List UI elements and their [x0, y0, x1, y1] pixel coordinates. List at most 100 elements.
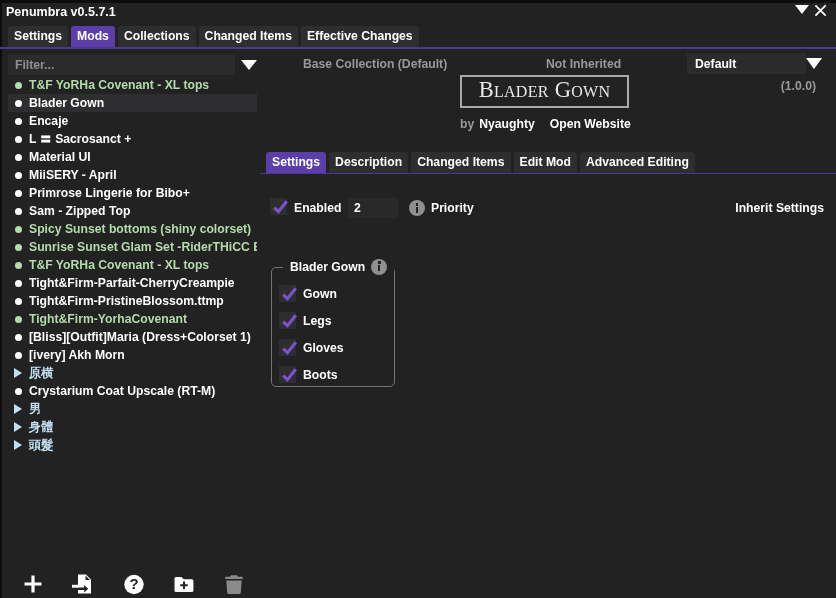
dot-shape	[15, 388, 22, 395]
enabled-checkbox[interactable]	[270, 198, 287, 215]
option-checkbox-boots[interactable]	[279, 366, 296, 383]
import-mod-icon[interactable]	[71, 573, 93, 595]
mod-list-item[interactable]: Crystarium Coat Upscale (RT-M)	[8, 382, 257, 400]
mod-dot-icon	[8, 352, 28, 359]
option-label-gown: Gown	[303, 287, 337, 301]
mod-dot-icon	[8, 154, 28, 161]
info-stem-shape	[378, 265, 381, 271]
mod-dot-icon	[8, 208, 28, 215]
dot-shape	[15, 298, 22, 305]
mod-filter-placeholder: Filter...	[15, 58, 54, 72]
mod-list-item[interactable]: L 〓 Sacrosanct +	[8, 130, 257, 148]
dot-shape	[15, 280, 22, 287]
mod-list-item[interactable]: Tight&Firm-Parfait-CherryCreampie	[8, 274, 257, 292]
option-group-header: Blader Gown	[283, 258, 394, 275]
svg-text:?: ?	[129, 575, 138, 592]
window-top-border	[0, 0, 836, 3]
collection-select[interactable]: Default	[687, 53, 806, 74]
mod-dot-icon	[8, 190, 28, 197]
mod-list-item[interactable]: T&F YoRHa Covenant - XL tops	[8, 76, 257, 94]
mod-title: Blader Gown	[479, 79, 611, 104]
mod-list-item[interactable]: Primrose Lingerie for Bibo+	[8, 184, 257, 202]
main-tab-underline	[0, 47, 836, 49]
base-collection-label: Base Collection (Default)	[303, 57, 447, 71]
option-label-boots: Boots	[303, 368, 338, 382]
mod-list-item[interactable]: Material UI	[8, 148, 257, 166]
group-info-icon	[371, 259, 387, 275]
mod-version: (1.0.0)	[656, 79, 816, 93]
mod-list-item[interactable]: Sam - Zipped Top	[8, 202, 257, 220]
tab-effective-changes[interactable]: Effective Changes	[301, 26, 419, 47]
dot-shape	[15, 334, 22, 341]
inherit-settings-button[interactable]: Inherit Settings	[624, 201, 824, 215]
option-checkbox-gown[interactable]	[279, 285, 296, 302]
folder-list-item[interactable]: 原横	[8, 364, 257, 382]
dot-shape	[15, 82, 22, 89]
inheritance-status-label: Not Inherited	[546, 57, 621, 71]
mod-list-item[interactable]: Tight&Firm-PristineBlossom.ttmp	[8, 292, 257, 310]
mod-byline: by Nyaughty Open Website	[460, 117, 631, 132]
mod-tab-settings[interactable]: Settings	[266, 152, 326, 173]
priority-input[interactable]: 2	[348, 198, 398, 218]
mod-dot-icon	[8, 334, 28, 341]
folder-arrow-icon	[8, 368, 28, 378]
info-stem-shape	[416, 207, 419, 213]
mod-dot-icon	[8, 172, 28, 179]
priority-value: 2	[354, 201, 361, 215]
folder-arrow-icon	[8, 440, 28, 450]
mod-list-item[interactable]: MiiSERY - April	[8, 166, 257, 184]
collection-selected-value: Default	[695, 57, 736, 71]
mod-tab-edit-mod[interactable]: Edit Mod	[514, 152, 577, 173]
mod-dot-icon	[8, 100, 28, 107]
mod-list-item[interactable]: Tight&Firm-YorhaCovenant	[8, 310, 257, 328]
tab-collections[interactable]: Collections	[118, 26, 196, 47]
filter-options-arrow-icon[interactable]	[241, 60, 257, 70]
option-group-name: Blader Gown	[290, 260, 365, 274]
main-tab-bar: Settings Mods Collections Changed Items …	[8, 26, 419, 47]
dot-shape	[15, 352, 22, 359]
mod-list-item[interactable]: [Bliss][Outfit]Maria (Dress+Colorset 1)	[8, 328, 257, 346]
mod-list-item[interactable]: [ivery] Akh Morn	[8, 346, 257, 364]
mod-tab-description[interactable]: Description	[329, 152, 408, 173]
folder-list-item[interactable]: 男	[8, 400, 257, 418]
mod-dot-icon	[8, 118, 28, 125]
priority-info-icon	[409, 200, 425, 216]
dot-shape	[15, 136, 22, 143]
triangle-shape	[14, 422, 22, 432]
folder-list-item[interactable]: 身體	[8, 418, 257, 436]
mod-list-item-selected[interactable]: Blader Gown	[8, 94, 257, 112]
open-website-link[interactable]: Open Website	[550, 117, 631, 132]
collapse-icon[interactable]	[795, 5, 809, 14]
mod-dot-icon	[8, 298, 28, 305]
help-icon[interactable]: ?	[123, 573, 145, 595]
tab-settings[interactable]: Settings	[8, 26, 68, 47]
mod-list-item[interactable]: Encaje	[8, 112, 257, 130]
enabled-label: Enabled	[294, 201, 341, 215]
option-checkbox-gloves[interactable]	[279, 339, 296, 356]
mod-list-item[interactable]: Spicy Sunset bottoms (shiny colorset)	[8, 220, 257, 238]
window-title: Penumbra v0.5.7.1	[6, 4, 116, 20]
collection-select-arrow-icon[interactable]	[806, 58, 822, 69]
mod-tab-advanced-editing[interactable]: Advanced Editing	[580, 152, 695, 173]
mod-list-item[interactable]: Sunrise Sunset Glam Set -RiderTHiCC Edit	[8, 238, 257, 256]
folder-arrow-icon	[8, 422, 28, 432]
delete-mod-icon[interactable]	[223, 573, 245, 595]
mod-dot-icon	[8, 262, 28, 269]
tab-mods[interactable]: Mods	[71, 26, 115, 47]
mod-author: Nyaughty	[479, 117, 535, 132]
mod-tab-changed-items[interactable]: Changed Items	[411, 152, 510, 173]
window-left-border	[0, 0, 2, 598]
folder-list-item[interactable]: 頭髮	[8, 436, 257, 454]
mod-filter-input[interactable]: Filter...	[8, 55, 235, 75]
option-label-legs: Legs	[303, 314, 331, 328]
add-mod-icon[interactable]	[22, 573, 44, 595]
close-icon[interactable]	[814, 4, 828, 18]
triangle-shape	[14, 368, 22, 378]
mod-list-item[interactable]: T&F YoRHa Covenant - XL tops	[8, 256, 257, 274]
option-checkbox-legs[interactable]	[279, 312, 296, 329]
mod-tab-bar: Settings Description Changed Items Edit …	[266, 152, 695, 173]
mod-tab-underline	[260, 173, 836, 175]
tab-changed-items[interactable]: Changed Items	[199, 26, 298, 47]
add-folder-icon[interactable]	[173, 573, 195, 595]
by-label: by	[460, 117, 474, 132]
